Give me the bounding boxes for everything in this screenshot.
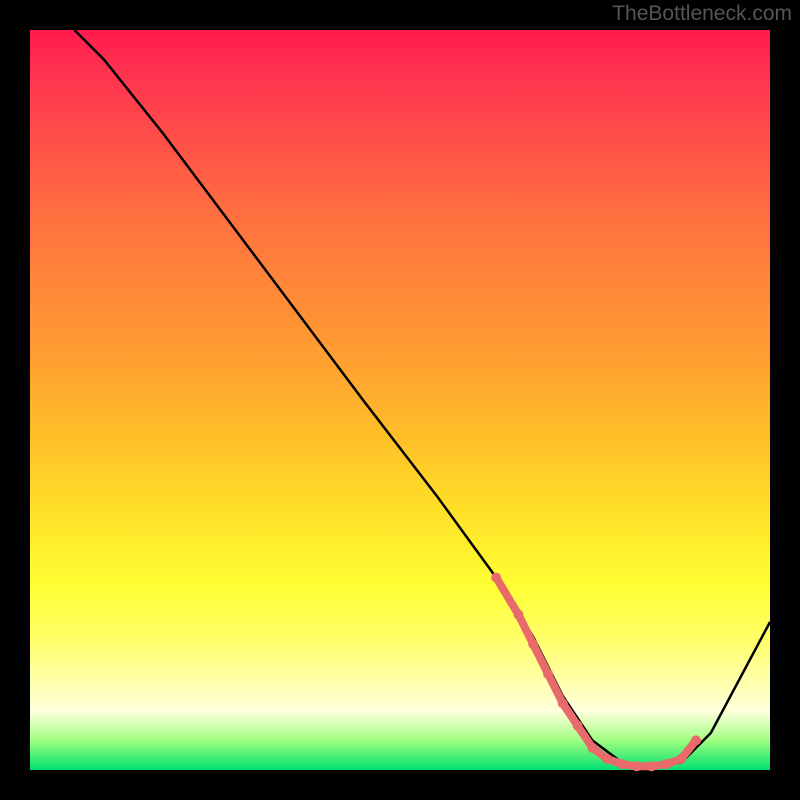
highlight-point [528,639,538,649]
highlight-point [587,743,597,753]
highlight-point [491,573,501,583]
highlight-point [558,698,568,708]
highlight-points [491,573,701,772]
highlight-point [602,754,612,764]
highlight-point [543,669,553,679]
highlight-point [661,759,671,769]
highlight-curve-line [496,578,696,767]
highlight-point [617,759,627,769]
highlight-point [513,610,523,620]
chart-svg [30,30,770,770]
watermark-text: TheBottleneck.com [612,2,792,26]
highlight-point [573,721,583,731]
main-curve-line [74,30,770,766]
highlight-point [676,754,686,764]
chart-plot-area [30,30,770,770]
highlight-point [691,735,701,745]
highlight-point [632,761,642,771]
highlight-point [647,761,657,771]
